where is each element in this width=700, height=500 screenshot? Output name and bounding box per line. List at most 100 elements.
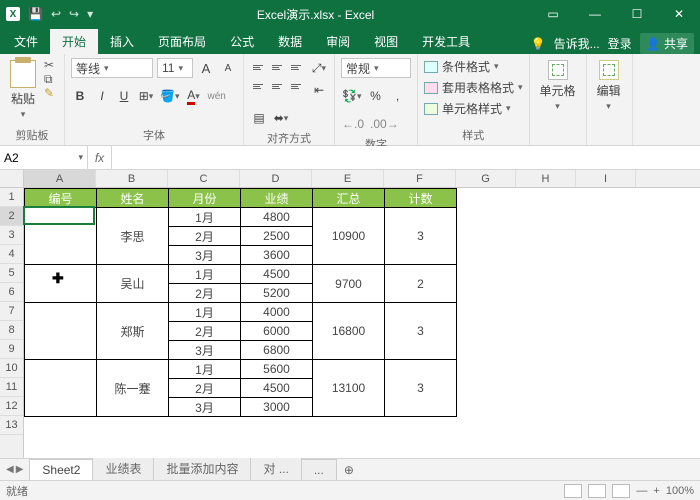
- login-link[interactable]: 登录: [608, 35, 632, 52]
- cell-count[interactable]: 3: [385, 303, 457, 360]
- sheet-tab[interactable]: Sheet2: [29, 459, 93, 480]
- cell-month[interactable]: 2月: [169, 284, 241, 303]
- font-size-select[interactable]: 11▾: [157, 58, 193, 78]
- cell-perf[interactable]: 5600: [241, 360, 313, 379]
- cell-sum[interactable]: 9700: [313, 265, 385, 303]
- sheet-nav[interactable]: ◀▶: [0, 464, 29, 475]
- cell-perf[interactable]: 4500: [241, 379, 313, 398]
- italic-button[interactable]: I: [93, 86, 111, 106]
- sheet-overflow[interactable]: ...: [301, 459, 337, 480]
- tellme-link[interactable]: 告诉我...: [554, 35, 600, 52]
- currency-button[interactable]: 💱▾: [341, 86, 362, 106]
- cell-month[interactable]: 2月: [169, 322, 241, 341]
- view-normal-button[interactable]: [564, 484, 582, 498]
- font-color-button[interactable]: A▾: [184, 86, 202, 106]
- decrease-decimal-button[interactable]: .00→: [369, 114, 400, 134]
- header-cell[interactable]: 计数: [385, 189, 457, 208]
- cell-count[interactable]: 3: [385, 360, 457, 417]
- col-header-C[interactable]: C: [168, 170, 240, 187]
- wrap-text-button[interactable]: ▤: [250, 108, 268, 128]
- cell-month[interactable]: 2月: [169, 379, 241, 398]
- row-header-5[interactable]: 5: [0, 264, 23, 283]
- cell-id[interactable]: [25, 360, 97, 417]
- cell-id[interactable]: [25, 303, 97, 360]
- cell-style-button[interactable]: 单元格样式▾: [424, 100, 511, 117]
- header-cell[interactable]: 汇总: [313, 189, 385, 208]
- fill-color-button[interactable]: 🪣▾: [159, 86, 180, 106]
- tab-insert[interactable]: 插入: [98, 29, 146, 54]
- sheet-tab[interactable]: 批量添加内容: [153, 456, 251, 480]
- row-header-1[interactable]: 1: [0, 188, 23, 207]
- cells-viewport[interactable]: 编号姓名月份业绩汇总计数李思1月48001090032月25003月3600吴山…: [24, 188, 700, 458]
- col-header-E[interactable]: E: [312, 170, 384, 187]
- name-box[interactable]: ▾: [0, 146, 88, 169]
- header-cell[interactable]: 月份: [169, 189, 241, 208]
- close-button[interactable]: ✕: [658, 0, 700, 28]
- header-cell[interactable]: 编号: [25, 189, 97, 208]
- sheet-tab[interactable]: 业绩表: [92, 456, 154, 480]
- cell-month[interactable]: 1月: [169, 265, 241, 284]
- cell-perf[interactable]: 4000: [241, 303, 313, 322]
- redo-button[interactable]: ↪: [69, 7, 79, 21]
- align-bottom-right[interactable]: [288, 77, 306, 95]
- cell-count[interactable]: 3: [385, 208, 457, 265]
- cell-name[interactable]: 郑斯: [97, 303, 169, 360]
- row-header-7[interactable]: 7: [0, 302, 23, 321]
- col-header-F[interactable]: F: [384, 170, 456, 187]
- cell-month[interactable]: 2月: [169, 227, 241, 246]
- header-cell[interactable]: 业绩: [241, 189, 313, 208]
- tab-devtools[interactable]: 开发工具: [410, 29, 482, 54]
- save-button[interactable]: 💾: [28, 7, 43, 21]
- row-header-13[interactable]: 13: [0, 416, 23, 435]
- align-bottom-left[interactable]: [250, 77, 268, 95]
- cell-month[interactable]: 3月: [169, 341, 241, 360]
- zoom-plus[interactable]: +: [653, 485, 659, 497]
- zoom-level[interactable]: 100%: [666, 485, 694, 497]
- tab-home[interactable]: 开始: [50, 29, 98, 54]
- format-painter-button[interactable]: [44, 86, 58, 98]
- fx-button[interactable]: fx: [88, 146, 112, 169]
- cell-perf[interactable]: 3000: [241, 398, 313, 417]
- header-cell[interactable]: 姓名: [97, 189, 169, 208]
- row-header-2[interactable]: 2: [0, 207, 23, 226]
- cell-sum[interactable]: 10900: [313, 208, 385, 265]
- tab-file[interactable]: 文件: [2, 29, 50, 54]
- cell-month[interactable]: 1月: [169, 208, 241, 227]
- cell-perf[interactable]: 4800: [241, 208, 313, 227]
- maximize-button[interactable]: ☐: [616, 0, 658, 28]
- col-header-H[interactable]: H: [516, 170, 576, 187]
- formula-input[interactable]: [116, 151, 696, 165]
- row-header-12[interactable]: 12: [0, 397, 23, 416]
- align-top-center[interactable]: [269, 58, 287, 76]
- merge-button[interactable]: ⬌▾: [272, 108, 290, 128]
- cell-month[interactable]: 3月: [169, 246, 241, 265]
- increase-decimal-button[interactable]: ←.0: [341, 114, 365, 134]
- font-name-select[interactable]: 等线▾: [71, 58, 153, 78]
- align-top-right[interactable]: [288, 58, 306, 76]
- col-header-I[interactable]: I: [576, 170, 636, 187]
- comma-button[interactable]: ,: [388, 86, 406, 106]
- col-header-B[interactable]: B: [96, 170, 168, 187]
- cell-month[interactable]: 1月: [169, 360, 241, 379]
- tab-formula[interactable]: 公式: [218, 29, 266, 54]
- undo-button[interactable]: ↩: [51, 7, 61, 21]
- tab-data[interactable]: 数据: [266, 29, 314, 54]
- cell-id[interactable]: [25, 265, 97, 303]
- sheet-tab[interactable]: 对 ...: [250, 456, 301, 480]
- number-format-select[interactable]: 常规▾: [341, 58, 411, 78]
- conditional-format-button[interactable]: 条件格式▾: [424, 58, 499, 75]
- tab-view[interactable]: 视图: [362, 29, 410, 54]
- select-all-corner[interactable]: [0, 170, 24, 188]
- name-box-input[interactable]: [4, 151, 78, 165]
- col-header-D[interactable]: D: [240, 170, 312, 187]
- phonetic-button[interactable]: wén: [206, 86, 226, 106]
- grow-font-button[interactable]: A: [197, 58, 215, 78]
- cell-perf[interactable]: 6000: [241, 322, 313, 341]
- cell-perf[interactable]: 5200: [241, 284, 313, 303]
- copy-button[interactable]: [44, 72, 58, 84]
- cell-sum[interactable]: 16800: [313, 303, 385, 360]
- percent-button[interactable]: %: [366, 86, 384, 106]
- cell-count[interactable]: 2: [385, 265, 457, 303]
- view-layout-button[interactable]: [588, 484, 606, 498]
- row-header-11[interactable]: 11: [0, 378, 23, 397]
